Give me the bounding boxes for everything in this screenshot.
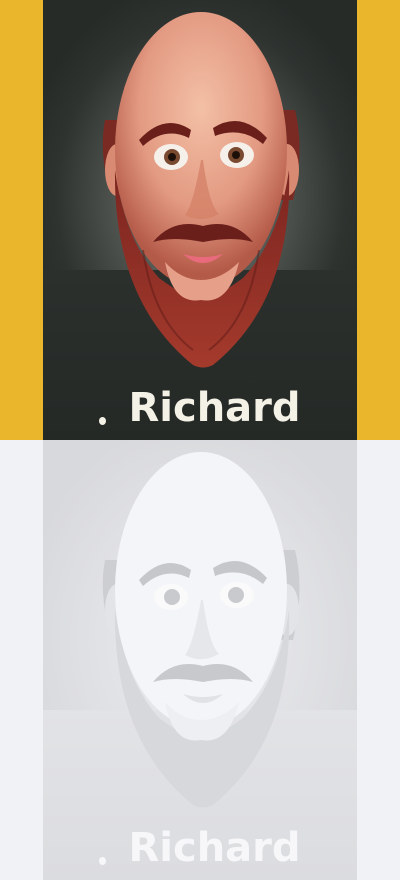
name-caption-faded: Richard <box>43 818 357 878</box>
character-card: Richard <box>43 0 357 440</box>
face-illustration <box>102 12 300 368</box>
washed-out-panel: Richard <box>0 440 400 880</box>
color-panel: Richard <box>0 0 400 440</box>
character-card-faded: Richard <box>43 440 357 880</box>
bullet-dot <box>99 857 107 865</box>
bullet-dot <box>99 417 107 425</box>
head <box>115 12 287 288</box>
name-caption: Richard <box>43 378 357 438</box>
head <box>115 452 287 728</box>
character-name: Richard <box>128 825 301 871</box>
character-name: Richard <box>128 385 301 431</box>
face-illustration-faded <box>102 452 300 808</box>
